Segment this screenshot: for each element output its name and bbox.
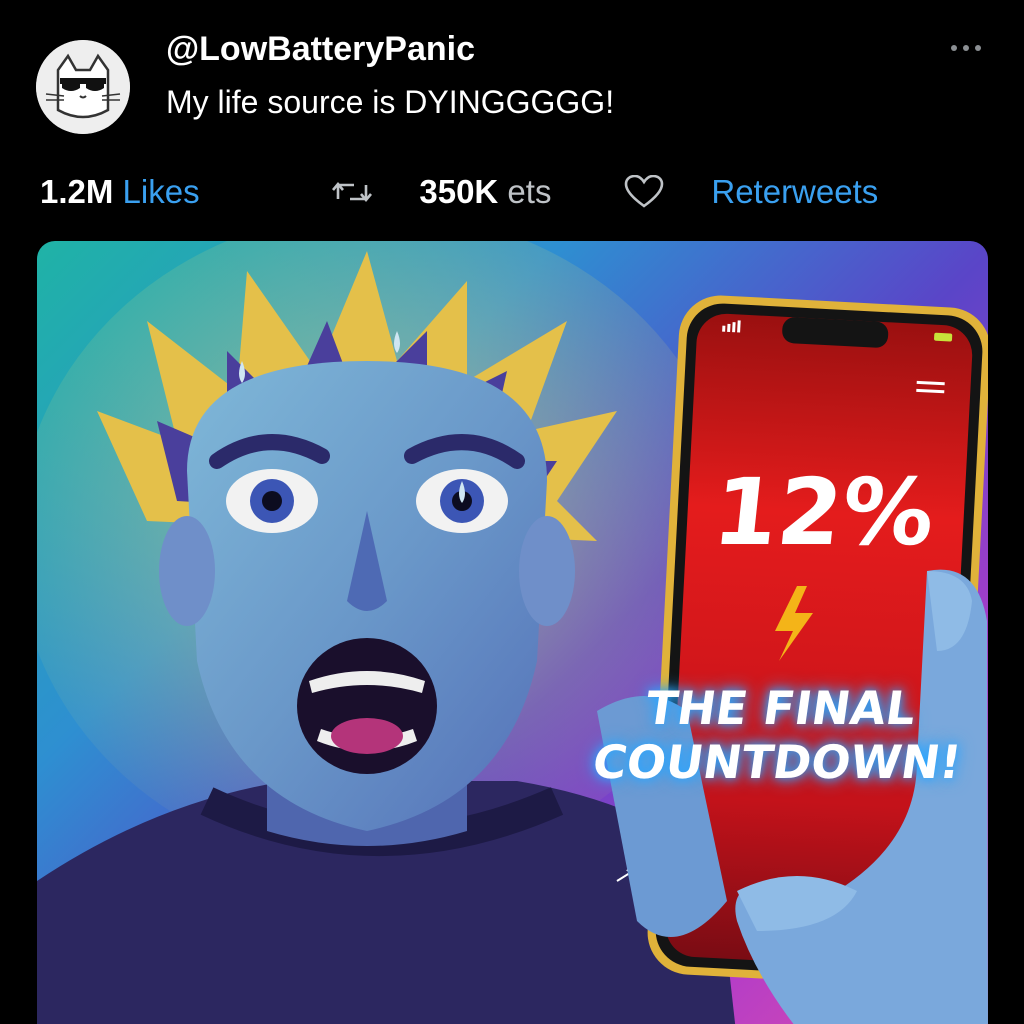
retweets-label: ets [498,173,552,210]
retweets-count: 350K [419,173,499,210]
panicked-man-illustration [37,241,988,1024]
user-handle[interactable]: @LowBatteryPanic [166,30,475,69]
reterweets-stat[interactable]: Reterweets [624,170,878,214]
caption-line-2: COUNTDOWN! [589,735,965,789]
avatar[interactable] [36,40,130,134]
likes-count: 1.2M [40,173,114,210]
more-dots-icon[interactable] [946,38,986,58]
countdown-caption: THE FINAL COUNTDOWN! [589,681,964,789]
likes-label: Likes [113,173,200,210]
caption-line-1: THE FINAL [642,681,920,735]
tweet-post: @LowBatteryPanic My life source is DYING… [0,0,1024,1024]
likes-stat[interactable]: 1.2M Likes [40,170,200,214]
reterweets-label: Reterweets [711,173,879,210]
engagement-stats: 1.2M Likes 350K ets Reterweets [40,170,984,214]
battery-percentage: 12% [708,459,940,566]
retweets-stat[interactable]: 350K ets [332,170,551,214]
cat-sunglasses-icon [36,40,130,134]
post-image[interactable]: 12% THE FINAL COUNTDOWN! [37,241,988,1024]
